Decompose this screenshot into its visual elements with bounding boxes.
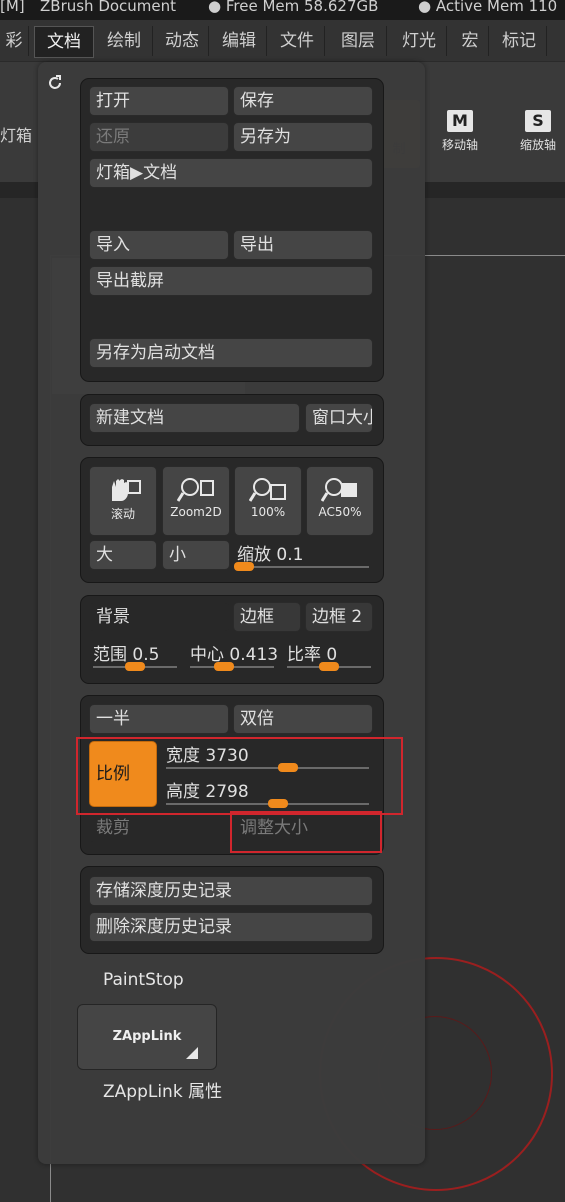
zapplink-button[interactable]: ZAppLink	[77, 1004, 217, 1070]
corner-triangle-icon	[186, 1047, 198, 1059]
actual-size-label: 100%	[250, 505, 286, 519]
store-depth-history-button[interactable]: 存储深度历史记录	[89, 876, 373, 906]
title-left-tag: [M]	[0, 0, 25, 15]
rate-slider-knob[interactable]	[319, 662, 339, 671]
active-mem-indicator: ● Active Mem 110	[418, 0, 558, 15]
border2-button[interactable]: 边框 2	[305, 602, 373, 632]
lightbox-button[interactable]: 灯箱	[0, 122, 32, 146]
menu-document[interactable]: 文档	[34, 26, 94, 58]
menu-file[interactable]: 文件	[270, 26, 325, 56]
zoom-large-button[interactable]: 大	[89, 540, 157, 570]
open-button[interactable]: 打开	[89, 86, 229, 116]
antialiased-half-label: AC50%	[318, 505, 362, 519]
document-title: ZBrush Document	[40, 0, 177, 15]
center-slider[interactable]: 中心 0.413	[186, 640, 278, 676]
free-mem-indicator: ● Free Mem 58.627GB	[208, 0, 379, 15]
zapplink-properties-label[interactable]: ZAppLink 属性	[103, 1077, 222, 1102]
menu-bar: 彩 文档 绘制 动态 编辑 文件 图层 灯光 宏 标记	[0, 20, 565, 62]
rate-label: 比率	[287, 645, 321, 665]
menu-light[interactable]: 灯光	[392, 26, 447, 56]
range-slider-knob[interactable]	[125, 662, 145, 671]
center-value: 0.413	[229, 645, 279, 665]
zoom-small-button[interactable]: 小	[162, 540, 230, 570]
menu-movie[interactable]: 动态	[156, 26, 209, 56]
lightbox-document-button[interactable]: 灯箱▶文档	[89, 158, 373, 188]
antialiased-magnifier-icon	[320, 477, 359, 503]
scale-axis-button[interactable]: S 缩放轴	[510, 110, 565, 170]
zoom-value: 0.1	[276, 545, 304, 565]
actual-size-magnifier-icon	[248, 477, 287, 503]
export-button[interactable]: 导出	[233, 230, 373, 260]
zoom-slider[interactable]: 缩放 0.1	[233, 540, 373, 576]
crop-button[interactable]: 裁剪	[89, 813, 229, 843]
half-button[interactable]: 一半	[89, 704, 229, 734]
move-axis-label: 移动轴	[441, 138, 478, 152]
menu-layer[interactable]: 图层	[330, 26, 387, 56]
menu-draw[interactable]: 绘制	[96, 26, 153, 56]
double-button[interactable]: 双倍	[233, 704, 373, 734]
hand-scroll-icon	[104, 477, 142, 503]
range-slider[interactable]: 范围 0.5	[89, 640, 181, 676]
actual-size-button[interactable]: 100%	[234, 466, 302, 536]
zoom-slider-knob[interactable]	[233, 562, 254, 571]
zoom2d-label: Zoom2D	[170, 505, 222, 519]
export-screenshot-button[interactable]: 导出截屏	[89, 266, 373, 296]
save-button[interactable]: 保存	[233, 86, 373, 116]
background-color-button[interactable]: 背景	[89, 602, 229, 632]
new-document-button[interactable]: 新建文档	[89, 403, 300, 433]
highlight-box-size	[76, 737, 403, 815]
zoom2d-button[interactable]: Zoom2D	[162, 466, 230, 536]
range-label: 范围	[93, 645, 127, 665]
import-button[interactable]: 导入	[89, 230, 229, 260]
paintstop-label[interactable]: PaintStop	[103, 970, 184, 990]
menu-macro[interactable]: 宏	[452, 26, 489, 56]
save-as-startup-button[interactable]: 另存为启动文档	[89, 338, 373, 368]
zapplink-button-label: ZAppLink	[112, 1029, 182, 1044]
menu-marker[interactable]: 标记	[492, 26, 547, 56]
zoom-slider-track	[237, 566, 369, 568]
scroll-button[interactable]: 滚动	[89, 466, 157, 536]
revert-button[interactable]: 还原	[89, 122, 229, 152]
move-icon: M	[447, 110, 473, 132]
center-slider-knob[interactable]	[214, 662, 235, 671]
refresh-icon[interactable]	[46, 74, 64, 92]
move-axis-button[interactable]: M 移动轴	[432, 110, 488, 170]
delete-depth-history-button[interactable]: 删除深度历史记录	[89, 912, 373, 942]
border-button[interactable]: 边框	[233, 602, 301, 632]
rate-slider[interactable]: 比率 0	[283, 640, 375, 676]
title-bar: [M] ZBrush Document ● Free Mem 58.627GB …	[0, 0, 565, 20]
antialiased-half-button[interactable]: AC50%	[306, 466, 374, 536]
scale-icon: S	[525, 110, 551, 132]
menu-color[interactable]: 彩	[0, 26, 29, 56]
highlight-box-resize	[230, 811, 382, 853]
zoom2d-magnifier-icon	[176, 477, 215, 503]
menu-edit[interactable]: 编辑	[212, 26, 267, 56]
save-as-button[interactable]: 另存为	[233, 122, 373, 152]
window-size-button[interactable]: 窗口大小	[305, 403, 373, 433]
scale-axis-label: 缩放轴	[519, 138, 556, 152]
scroll-label: 滚动	[110, 507, 135, 521]
